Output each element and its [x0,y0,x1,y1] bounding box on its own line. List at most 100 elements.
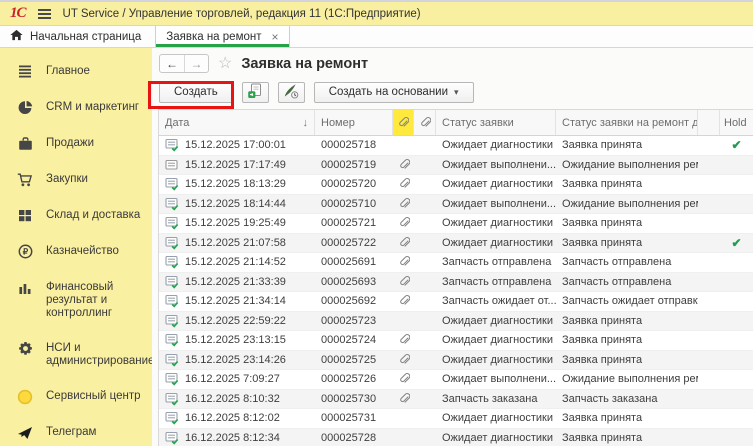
sidebar-item-crm-и-маркетинг[interactable]: CRM и маркетинг [0,90,152,126]
posted-document-icon [165,314,180,328]
table-row[interactable]: 15.12.2025 21:34:14 000025692 Запчасть о… [159,292,753,312]
sidebar-item-label: Закупки [46,173,88,186]
cell-date-text: 15.12.2025 18:14:44 [185,198,286,210]
cell-status: Ожидает диагностики [436,139,556,151]
table-row[interactable]: 16.12.2025 8:12:34 000025728 Ожидает диа… [159,429,753,446]
table-row[interactable]: 15.12.2025 21:07:58 000025722 Ожидает ди… [159,234,753,254]
cell-client-status: Заявка принята [556,217,698,229]
sidebar-item-склад-и-доставка[interactable]: Склад и доставка [0,198,152,234]
sidebar-item-казначейство[interactable]: ₽ Казначейство [0,234,152,270]
paperclip-icon [398,352,410,368]
table-row[interactable]: 15.12.2025 18:14:44 000025710 Ожидает вы… [159,195,753,215]
ruble-circle-icon: ₽ [17,244,33,259]
history-nav: ← → [159,54,209,73]
bar-chart-icon [17,280,33,295]
table-row[interactable]: 15.12.2025 21:33:39 000025693 Запчасть о… [159,273,753,293]
table-row[interactable]: 15.12.2025 23:13:15 000025724 Ожидает ди… [159,331,753,351]
cell-status: Запчасть ожидает от... [436,295,556,307]
cell-date: 15.12.2025 23:13:15 [159,333,315,347]
cell-client-status: Запчасть отправлена [556,276,698,288]
table-row[interactable]: 15.12.2025 21:14:52 000025691 Запчасть о… [159,253,753,273]
table-row[interactable]: 16.12.2025 8:10:32 000025730 Запчасть за… [159,390,753,410]
table-row[interactable]: 15.12.2025 22:59:22 000025723 Ожидает ди… [159,312,753,332]
cell-number: 000025691 [315,256,393,268]
sections-menu-icon [17,64,33,79]
posted-document-icon [165,411,180,425]
warehouse-grid-icon [17,208,33,223]
sidebar-item-продажи[interactable]: Продажи [0,126,152,162]
cell-client-status: Запчасть отправлена [556,256,698,268]
table-row[interactable]: 15.12.2025 18:13:29 000025720 Ожидает ди… [159,175,753,195]
cell-attachment [393,215,414,231]
column-header-date[interactable]: Дата ↓ [159,110,315,135]
cell-attachment [393,274,414,290]
posted-document-icon [165,372,180,386]
sidebar-item-нси-и-администрирование[interactable]: НСИ и администрирование [0,331,152,379]
tab-label: Заявка на ремонт [166,31,261,43]
cell-attachment [393,235,414,251]
paperclip-icon [398,235,410,251]
cell-status: Запчасть отправлена [436,276,556,288]
tab-repair-request[interactable]: Заявка на ремонт × [155,26,289,47]
copy-document-icon [247,83,263,102]
cell-date: 15.12.2025 18:13:29 [159,177,315,191]
column-header-number[interactable]: Номер [315,110,393,135]
cell-status: Ожидает диагностики [436,412,556,424]
cell-client-status: Запчасть заказана [556,393,698,405]
create-based-on-button[interactable]: Создать на основании ▾ [314,82,474,103]
tab-home[interactable]: Начальная страница [0,26,155,47]
cell-number: 000025730 [315,393,393,405]
cell-status: Ожидает диагностики [436,237,556,249]
cell-status: Ожидает выполнени... [436,373,556,385]
page-title: Заявка на ремонт [241,56,368,72]
sidebar-item-финансовый-результат-и-контроллинг[interactable]: Финансовый результат и контроллинг [0,270,152,331]
cell-date-text: 15.12.2025 17:00:01 [185,139,286,151]
table-row[interactable]: 16.12.2025 8:12:02 000025731 Ожидает диа… [159,409,753,429]
table-row[interactable]: 16.12.2025 7:09:27 000025726 Ожидает вып… [159,370,753,390]
column-header-hold[interactable]: Hold [720,110,753,135]
table-row[interactable]: 15.12.2025 17:17:49 000025719 Ожидает вы… [159,156,753,176]
sidebar-item-главное[interactable]: Главное [0,54,152,90]
column-header-blank[interactable] [698,110,720,135]
cell-attachment [393,391,414,407]
column-header-attachment-highlighted[interactable] [393,110,414,135]
cell-date-text: 15.12.2025 21:07:58 [185,237,286,249]
table-row[interactable]: 15.12.2025 23:14:26 000025725 Ожидает ди… [159,351,753,371]
back-button[interactable]: ← [160,55,184,72]
active-tab-underline [156,44,288,47]
cell-client-status: Заявка принята [556,237,698,249]
forward-button[interactable]: → [184,55,208,72]
favorite-star-icon[interactable]: ☆ [218,56,232,72]
cell-number: 000025719 [315,159,393,171]
column-header-status[interactable]: Статус заявки [436,110,556,135]
app-title: UT Service / Управление торговлей, редак… [63,8,421,20]
main-menu-icon[interactable] [38,9,51,19]
1c-logo: 1С [10,5,26,22]
sidebar-item-телеграм[interactable]: Телеграм [0,415,152,446]
table-row[interactable]: 15.12.2025 19:25:49 000025721 Ожидает ди… [159,214,753,234]
sidebar-item-сервисный-центр[interactable]: Сервисный центр [0,379,152,415]
unposted-document-icon [165,158,180,172]
app-window: 1С UT Service / Управление торговлей, ре… [0,0,753,446]
home-tab-label: Начальная страница [30,31,141,43]
column-header-attachment[interactable] [414,110,436,135]
cell-date: 15.12.2025 21:14:52 [159,255,315,269]
cell-attachment [393,332,414,348]
posted-document-icon [165,294,180,308]
briefcase-icon [17,136,33,151]
cell-number: 000025731 [315,412,393,424]
cell-date-text: 16.12.2025 8:12:02 [185,412,280,424]
cell-date: 16.12.2025 8:10:32 [159,392,315,406]
sidebar-item-закупки[interactable]: Закупки [0,162,152,198]
paperclip-icon [398,274,410,290]
documents-table: Дата ↓ Номер Статус заявки [158,109,753,446]
table-row[interactable]: 15.12.2025 17:00:01 000025718 Ожидает ди… [159,136,753,156]
paperclip-icon [398,157,410,173]
set-interval-button[interactable] [278,82,305,103]
tab-close-icon[interactable]: × [272,30,279,44]
column-header-client-status[interactable]: Статус заявки на ремонт для кл... [556,110,698,135]
paperclip-icon [398,176,410,192]
create-button[interactable]: Создать [159,82,233,103]
cell-attachment [393,293,414,309]
copy-document-button[interactable] [242,82,269,103]
